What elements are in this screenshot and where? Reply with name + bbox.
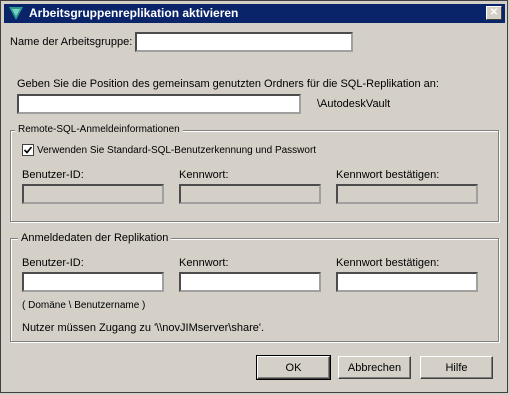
replication-confirm-input[interactable] bbox=[336, 272, 478, 292]
workgroup-input[interactable] bbox=[135, 32, 353, 52]
title-bar: Arbeitsgruppenreplikation aktivieren ✕ bbox=[4, 4, 505, 23]
checkmark-icon bbox=[23, 146, 33, 154]
ok-button[interactable]: OK bbox=[256, 355, 331, 380]
close-button[interactable]: ✕ bbox=[486, 6, 502, 20]
share-access-note: Nutzer müssen Zugang zu '\\novJIMserver\… bbox=[22, 322, 265, 334]
username-format-hint: ( Domäne \ Benutzername ) bbox=[22, 300, 146, 311]
cancel-button[interactable]: Abbrechen bbox=[338, 356, 411, 379]
close-icon: ✕ bbox=[489, 7, 499, 18]
remote-password-input bbox=[179, 184, 321, 204]
replication-group-title: Anmeldedaten der Replikation bbox=[18, 232, 172, 244]
replication-user-id-label: Benutzer-ID: bbox=[22, 257, 84, 269]
use-default-checkbox[interactable] bbox=[22, 144, 34, 156]
shared-folder-label: Geben Sie die Position des gemeinsam gen… bbox=[17, 78, 439, 90]
replication-confirm-label: Kennwort bestätigen: bbox=[336, 257, 440, 269]
help-button[interactable]: Hilfe bbox=[420, 356, 493, 379]
remote-confirm-label: Kennwort bestätigen: bbox=[336, 169, 440, 181]
replication-user-id-input[interactable] bbox=[22, 272, 164, 292]
shared-folder-input[interactable] bbox=[17, 94, 301, 114]
vault-app-icon bbox=[9, 7, 23, 20]
remote-user-id-input bbox=[22, 184, 164, 204]
remote-confirm-input bbox=[336, 184, 478, 204]
remote-password-label: Kennwort: bbox=[179, 169, 229, 181]
use-default-label: Verwenden Sie Standard-SQL-Benutzerkennu… bbox=[37, 145, 317, 156]
replication-password-input[interactable] bbox=[179, 272, 321, 292]
remote-sql-group-title: Remote-SQL-Anmeldeinformationen bbox=[15, 124, 183, 135]
dialog-window: Arbeitsgruppenreplikation aktivieren ✕ N… bbox=[0, 0, 508, 393]
workgroup-label: Name der Arbeitsgruppe: bbox=[10, 36, 133, 48]
window-title: Arbeitsgruppenreplikation aktivieren bbox=[29, 6, 239, 20]
remote-user-id-label: Benutzer-ID: bbox=[22, 169, 84, 181]
shared-folder-suffix: \AutodeskVault bbox=[317, 98, 391, 110]
replication-password-label: Kennwort: bbox=[179, 257, 229, 269]
